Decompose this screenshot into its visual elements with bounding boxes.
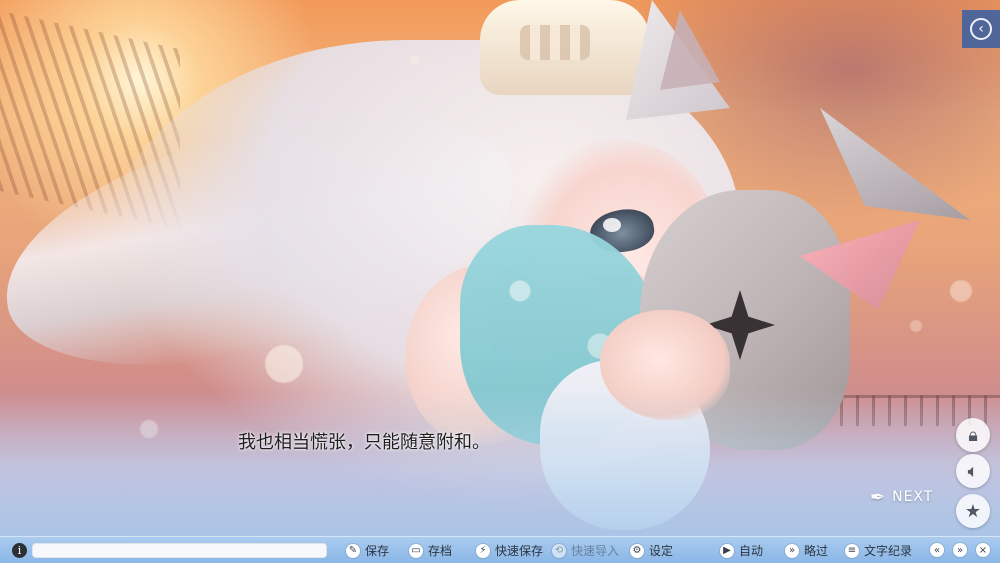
save-label: 保存 [365, 544, 390, 558]
fast-forward-icon: » [785, 543, 799, 558]
quill-icon: ✒ [870, 486, 887, 508]
game-scene[interactable]: ‹ 我也相当慌张，只能随意附和。 ✒ NEXT 🔒︎ 🔈︎ ★ i ✎ 保存 ▭… [0, 0, 1000, 563]
gear-icon: ⚙ [630, 543, 644, 558]
back-icon: ‹ [970, 18, 992, 40]
lock-icon: 🔒︎ [968, 424, 978, 446]
speaker-icon: 🔈︎ [967, 460, 979, 482]
close-icon: × [978, 544, 988, 556]
quick-load-label: 快速导入 [571, 544, 620, 558]
save-button[interactable]: ✎ 保存 [346, 537, 389, 563]
star-icon: ★ [964, 500, 982, 522]
load-button[interactable]: ▭ 存档 [409, 537, 452, 563]
voice-button[interactable]: 🔈︎ [956, 454, 990, 488]
quick-load-icon: ⟲ [552, 543, 566, 558]
log-button[interactable]: ≡ 文字纪录 [845, 537, 912, 563]
bokeh-light [950, 280, 972, 302]
skip-label: 略过 [804, 544, 829, 558]
auto-label: 自动 [739, 544, 764, 558]
quick-save-button[interactable]: ⚡ 快速保存 [476, 537, 543, 563]
settings-label: 设定 [649, 544, 674, 558]
folder-icon: ▭ [409, 543, 423, 558]
quick-save-icon: ⚡ [476, 543, 490, 558]
favorite-button[interactable]: ★ [956, 494, 990, 528]
log-label: 文字纪录 [864, 544, 913, 558]
close-button[interactable]: × [976, 543, 990, 557]
rewind-button[interactable]: « [930, 543, 944, 557]
quick-save-label: 快速保存 [495, 544, 544, 558]
auto-button[interactable]: ▶ 自动 [720, 537, 763, 563]
next-label: NEXT [892, 489, 934, 505]
pencil-icon: ✎ [346, 543, 360, 558]
load-label: 存档 [428, 544, 453, 558]
quick-load-button[interactable]: ⟲ 快速导入 [552, 537, 619, 563]
character-eye-shine [603, 218, 621, 232]
info-icon[interactable]: i [12, 543, 27, 558]
skip-button[interactable]: » 略过 [785, 537, 828, 563]
next-indicator[interactable]: ✒ NEXT [870, 482, 945, 512]
bokeh-light [265, 345, 303, 383]
bottom-toolbar: i ✎ 保存 ▭ 存档 ⚡ 快速保存 ⟲ 快速导入 ⚙ 设定 ▶ 自动 » 略过… [0, 536, 1000, 563]
bokeh-light [910, 320, 922, 332]
lock-button[interactable]: 🔒︎ [956, 418, 990, 452]
rewind-icon: « [933, 544, 941, 556]
dialogue-text: 我也相当慌张，只能随意附和。 [238, 432, 490, 453]
settings-button[interactable]: ⚙ 设定 [630, 537, 673, 563]
progress-bar[interactable] [32, 543, 327, 558]
bokeh-light [410, 55, 420, 65]
forward-icon: » [956, 544, 964, 556]
log-icon: ≡ [845, 543, 859, 558]
back-button[interactable]: ‹ [962, 10, 1000, 48]
play-icon: ▶ [720, 543, 734, 558]
forward-button[interactable]: » [953, 543, 967, 557]
character-hat-band [520, 25, 590, 60]
